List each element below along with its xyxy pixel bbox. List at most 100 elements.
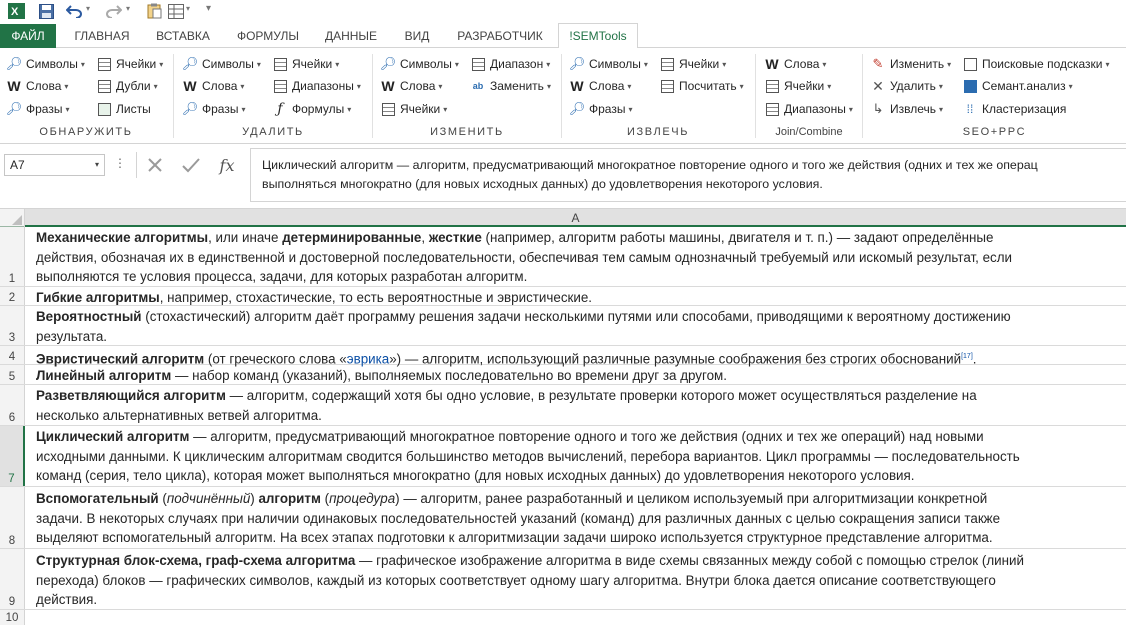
seo-suggest-button[interactable]: Поисковые подсказки ▾ <box>962 54 1110 74</box>
row-header[interactable]: 8 <box>0 487 25 548</box>
find-phrases-button[interactable]: 🔎︎ Фразы ▾ <box>6 99 70 119</box>
format-dropdown-icon[interactable]: ▾ <box>186 4 190 13</box>
column-header-a[interactable]: A <box>25 209 1126 227</box>
cell-a7[interactable]: Циклический алгоритм — алгоритм, предусм… <box>36 427 1124 486</box>
cell-a8[interactable]: Вспомогательный (подчинённый) алгоритм (… <box>36 489 1124 548</box>
table-row: 8 Вспомогательный (подчинённый) алгоритм… <box>0 487 1126 549</box>
extract-cells-button[interactable]: Ячейки ▾ <box>659 54 726 74</box>
row-header[interactable]: 1 <box>0 227 25 286</box>
cancel-icon[interactable] <box>143 154 167 176</box>
group-remove-label: УДАЛИТЬ <box>242 126 304 138</box>
join-ranges-button[interactable]: Диапазоны ▾ <box>764 99 853 119</box>
undo-icon[interactable] <box>64 2 84 20</box>
remove-symbols-button[interactable]: 🔎︎ Символы ▾ <box>182 54 261 74</box>
remove-ranges-button[interactable]: Диапазоны ▾ <box>272 76 361 96</box>
insert-function-icon[interactable]: fx <box>215 154 239 176</box>
count-icon <box>659 78 675 94</box>
tab-insert[interactable]: ВСТАВКА <box>150 24 216 48</box>
change-replace-button[interactable]: ab Заменить ▾ <box>470 76 551 96</box>
redo-icon[interactable] <box>104 2 124 20</box>
chevron-down-icon: ▾ <box>827 81 832 91</box>
seo-delete-button[interactable]: ✕ Удалить ▾ <box>870 76 943 96</box>
join-words-button[interactable]: W Слова ▾ <box>764 54 826 74</box>
tab-formulas[interactable]: ФОРМУЛЫ <box>230 24 306 48</box>
tab-view[interactable]: ВИД <box>398 24 436 48</box>
row-header[interactable]: 2 <box>0 287 25 305</box>
tab-data[interactable]: ДАННЫЕ <box>320 24 382 48</box>
formula-bar-grip-icon[interactable]: ⋮ <box>114 156 126 170</box>
join-cells-button[interactable]: Ячейки ▾ <box>764 76 831 96</box>
tab-semtools[interactable]: !SEMTools <box>558 23 638 49</box>
save-icon[interactable] <box>36 2 56 20</box>
find-cells-button[interactable]: Ячейки ▾ <box>96 54 163 74</box>
extract-words-button[interactable]: W Слова ▾ <box>569 76 631 96</box>
change-words-button[interactable]: W Слова ▾ <box>380 76 442 96</box>
tab-home[interactable]: ГЛАВНАЯ <box>68 24 136 48</box>
cell-a1[interactable]: Механические алгоритмы, или иначе детерм… <box>36 228 1124 287</box>
name-box[interactable]: A7 ▾ <box>4 154 105 176</box>
chevron-down-icon: ▾ <box>65 104 70 114</box>
tab-developer[interactable]: РАЗРАБОТЧИК <box>450 24 550 48</box>
extract-count-button[interactable]: Посчитать ▾ <box>659 76 744 96</box>
footnote-link[interactable]: [17] <box>961 353 973 360</box>
redo-dropdown-icon[interactable]: ▾ <box>126 4 130 13</box>
group-extract: 🔎︎ Символы ▾ W Слова ▾ 🔎︎ Фразы ▾ Ячейки ▾ Посч… <box>562 48 754 142</box>
symbols-icon: 🔎︎ <box>379 56 397 71</box>
row-header[interactable]: 4 <box>0 346 25 364</box>
customize-icon[interactable]: ▾ <box>206 3 211 14</box>
table-row: 1 Механические алгоритмы, или иначе дете… <box>0 227 1126 287</box>
seo-change-button[interactable]: ✎ Изменить ▾ <box>870 54 952 74</box>
ranges-icon <box>272 78 288 94</box>
cell-a5[interactable]: Линейный алгоритм — набор команд (указан… <box>36 366 1124 386</box>
remove-cells-button[interactable]: Ячейки ▾ <box>272 54 339 74</box>
chevron-down-icon: ▾ <box>938 81 943 91</box>
extract-phrases-button[interactable]: 🔎︎ Фразы ▾ <box>569 99 633 119</box>
undo-dropdown-icon[interactable]: ▾ <box>86 4 90 13</box>
row-header[interactable]: 5 <box>0 365 25 384</box>
row-header[interactable]: 9 <box>0 549 25 609</box>
row-header[interactable]: 7 <box>0 426 25 486</box>
formula-input[interactable]: Циклический алгоритм — алгоритм, предусм… <box>250 148 1126 202</box>
seo-semantic-button[interactable]: Семант.анализ ▾ <box>962 76 1073 96</box>
find-duplicates-button[interactable]: Дубли ▾ <box>96 76 158 96</box>
chevron-down-icon: ▾ <box>848 104 853 114</box>
remove-phrases-button[interactable]: 🔎︎ Фразы ▾ <box>182 99 246 119</box>
seo-cluster-button[interactable]: ⁞⁞ Кластеризация <box>962 99 1067 119</box>
change-range-button[interactable]: Диапазон ▾ <box>470 54 550 74</box>
select-all-button[interactable] <box>0 209 25 227</box>
group-remove: 🔎︎ Символы ▾ W Слова ▾ 🔎︎ Фразы ▾ Ячейки ▾ Диап… <box>174 48 372 142</box>
remove-words-button[interactable]: W Слова ▾ <box>182 76 244 96</box>
format-icon[interactable] <box>166 2 186 20</box>
table-row: 3 Вероятностный (стохастический) алгорит… <box>0 306 1126 346</box>
chevron-down-icon: ▾ <box>627 81 632 91</box>
seo-extract-button[interactable]: ↳ Извлечь ▾ <box>870 99 943 119</box>
chevron-down-icon: ▾ <box>454 59 459 69</box>
duplicates-icon <box>96 78 112 94</box>
row-header[interactable]: 6 <box>0 385 25 425</box>
row-header[interactable]: 10 <box>0 610 25 625</box>
cell-a3[interactable]: Вероятностный (стохастический) алгоритм … <box>36 307 1124 346</box>
excel-app-icon[interactable]: X <box>6 2 26 20</box>
row-header[interactable]: 3 <box>0 306 25 345</box>
cell-a9[interactable]: Структурная блок-схема, граф-схема алгор… <box>36 551 1124 610</box>
paste-icon[interactable] <box>144 2 164 20</box>
enter-icon[interactable] <box>179 154 203 176</box>
formula-line-1: Циклический алгоритм — алгоритм, предусм… <box>262 158 1038 172</box>
cells-icon <box>380 101 396 117</box>
worksheet-grid[interactable]: A 1 Механические алгоритмы, или иначе де… <box>0 208 1126 625</box>
group-join-label: Join/Combine <box>775 126 843 138</box>
replace-icon: ab <box>472 81 484 91</box>
cell-a2[interactable]: Гибкие алгоритмы, например, стохастическ… <box>36 288 1124 308</box>
remove-formulas-button[interactable]: ƒ Формулы ▾ <box>272 99 351 119</box>
tab-file[interactable]: ФАЙЛ <box>0 24 56 48</box>
cell-a6[interactable]: Разветвляющийся алгоритм — алгоритм, сод… <box>36 386 1124 425</box>
extract-symbols-button[interactable]: 🔎︎ Символы ▾ <box>569 54 648 74</box>
group-extract-label: ИЗВЛЕЧЬ <box>626 126 690 138</box>
change-cells-button[interactable]: Ячейки ▾ <box>380 99 447 119</box>
find-sheets-button[interactable]: Листы <box>96 99 151 119</box>
change-symbols-button[interactable]: 🔎︎ Символы ▾ <box>380 54 459 74</box>
chevron-down-icon[interactable]: ▾ <box>95 155 99 175</box>
find-symbols-button[interactable]: 🔎︎ Символы ▾ <box>6 54 85 74</box>
cells-icon <box>659 56 675 72</box>
find-words-button[interactable]: W Слова ▾ <box>6 76 68 96</box>
